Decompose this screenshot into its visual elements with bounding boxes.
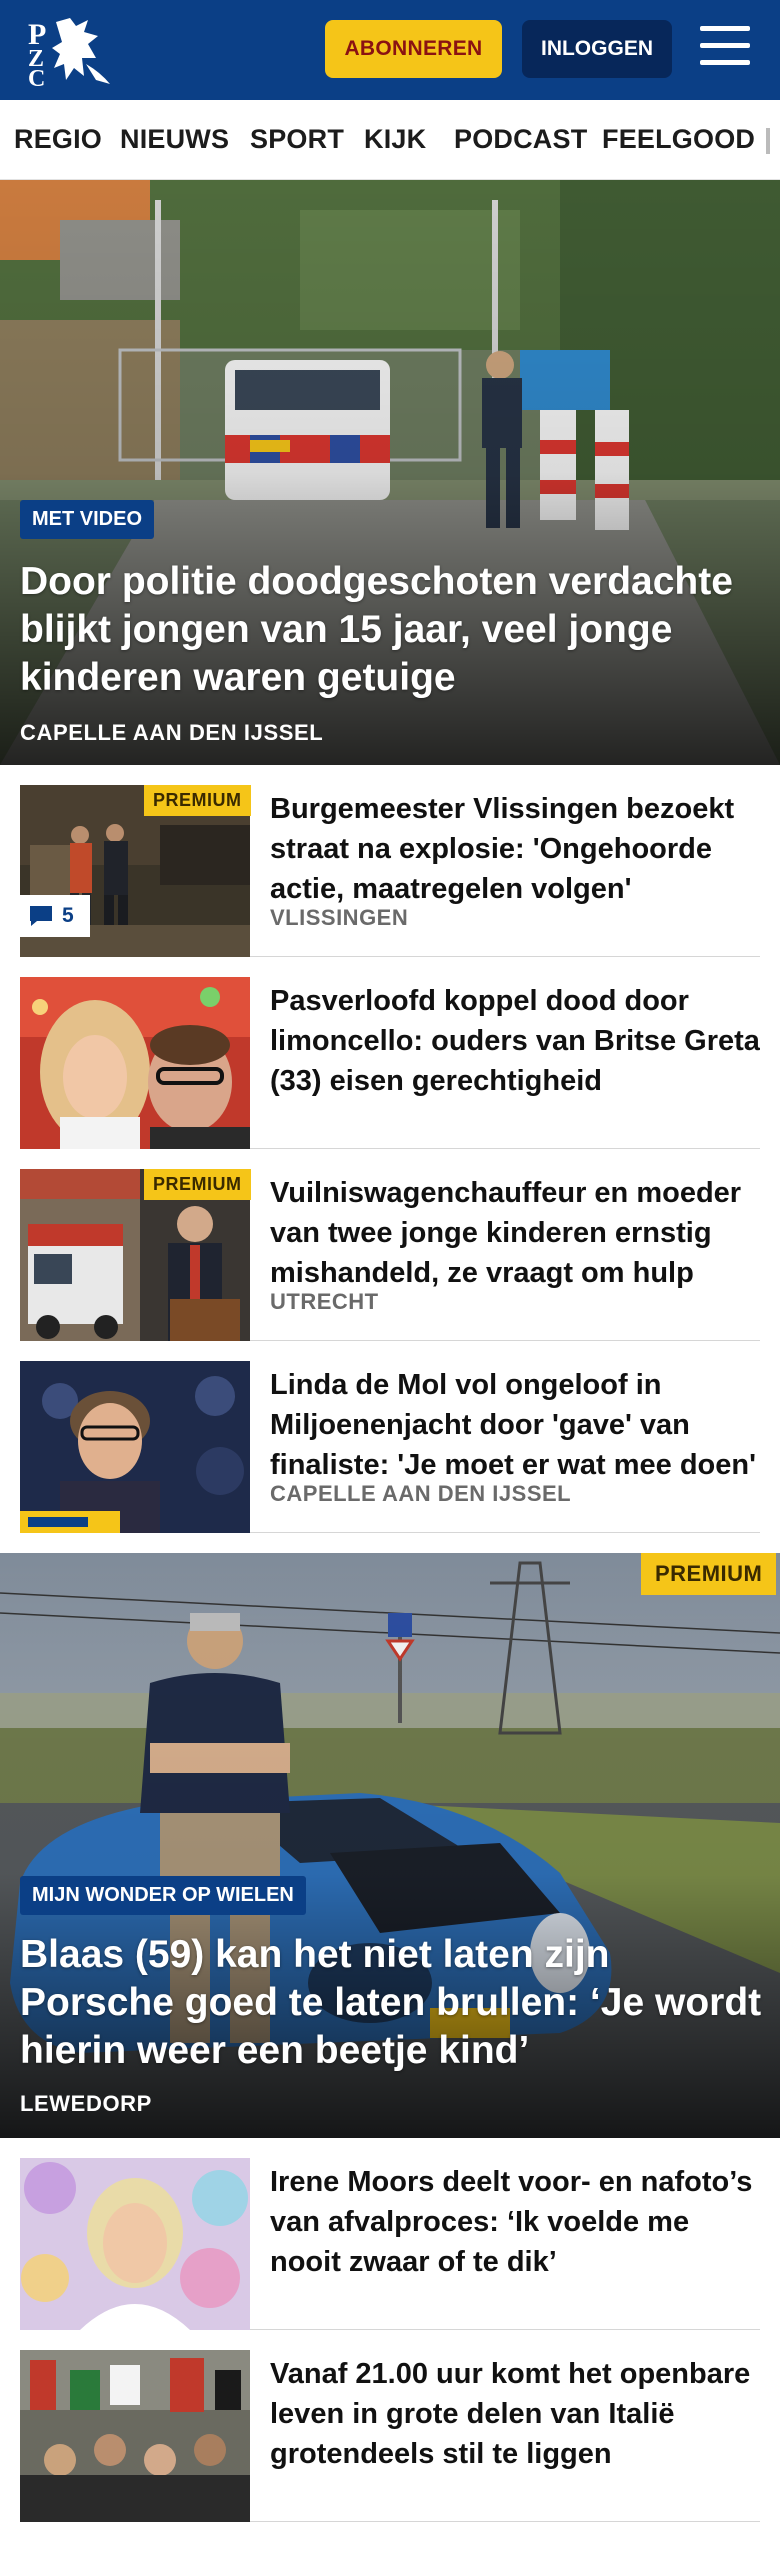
article-location: CAPELLE AAN DEN IJSSEL xyxy=(270,1481,572,1506)
list-item[interactable]: Irene Moors deelt voor- en nafoto’s van … xyxy=(20,2138,760,2330)
hero-location: LEWEDORP xyxy=(20,2091,152,2116)
article-location: VLISSINGEN xyxy=(270,905,409,930)
list-item[interactable]: Linda de Mol vol ongeloof in Miljoenenja… xyxy=(20,1341,760,1533)
hero-article-2[interactable]: PREMIUM MIJN WONDER OP WIELEN Blaas (59)… xyxy=(0,1553,780,2138)
nav-scroll-hint xyxy=(766,128,770,154)
comment-icon xyxy=(30,906,52,926)
pzc-logo[interactable]: P Z C xyxy=(26,14,116,92)
article-title[interactable]: Pasverloofd koppel dood door limoncello:… xyxy=(270,981,760,1101)
article-title[interactable]: Irene Moors deelt voor- en nafoto’s van … xyxy=(270,2162,760,2282)
article-thumbnail xyxy=(20,977,250,1149)
nav-item-feelgood[interactable]: FEELGOOD xyxy=(602,124,755,155)
article-thumbnail xyxy=(20,2350,250,2522)
list-item[interactable]: PREMIUM 5 Burgemeester Vlissingen bezoek… xyxy=(20,765,760,957)
hero-title[interactable]: Blaas (59) kan het niet laten zijn Porsc… xyxy=(20,1931,765,2075)
nav-item-podcast[interactable]: PODCAST xyxy=(454,124,587,155)
hamburger-menu-icon[interactable] xyxy=(700,26,752,72)
article-title[interactable]: Linda de Mol vol ongeloof in Miljoenenja… xyxy=(270,1365,760,1485)
subscribe-button[interactable]: ABONNEREN xyxy=(325,20,502,78)
list-item[interactable]: Vanaf 21.00 uur komt het openbare leven … xyxy=(20,2330,760,2522)
series-badge: MIJN WONDER OP WIELEN xyxy=(20,1876,306,1915)
nav-item-sport[interactable]: SPORT xyxy=(250,124,344,155)
nav-item-nieuws[interactable]: NIEUWS xyxy=(120,124,229,155)
premium-badge: PREMIUM xyxy=(144,785,251,816)
nav-item-kijk[interactable]: KIJK xyxy=(364,124,426,155)
hero-article-1[interactable]: MET VIDEO Door politie doodgeschoten ver… xyxy=(0,180,780,765)
login-button[interactable]: INLOGGEN xyxy=(522,20,672,78)
section-nav: REGIO NIEUWS SPORT KIJK PODCAST FEELGOOD xyxy=(0,100,780,180)
article-title[interactable]: Vuilniswagenchauffeur en moeder van twee… xyxy=(270,1173,760,1293)
premium-badge: PREMIUM xyxy=(641,1553,777,1595)
premium-badge: PREMIUM xyxy=(144,1169,251,1200)
article-location: UTRECHT xyxy=(270,1289,379,1314)
svg-text:C: C xyxy=(28,66,45,88)
article-thumbnail xyxy=(20,1361,250,1533)
hero-title[interactable]: Door politie doodgeschoten verdachte bli… xyxy=(20,558,765,702)
hero-location: CAPELLE AAN DEN IJSSEL xyxy=(20,720,324,745)
nav-item-regio[interactable]: REGIO xyxy=(14,124,102,155)
site-header: P Z C ABONNEREN INLOGGEN xyxy=(0,0,780,100)
article-thumbnail xyxy=(20,2158,250,2330)
video-badge: MET VIDEO xyxy=(20,500,155,539)
article-title[interactable]: Vanaf 21.00 uur komt het openbare leven … xyxy=(270,2354,760,2474)
comment-count[interactable]: 5 xyxy=(20,895,90,937)
list-item[interactable]: PREMIUM Vuilniswagenchauffeur en moeder … xyxy=(20,1149,760,1341)
article-title[interactable]: Burgemeester Vlissingen bezoekt straat n… xyxy=(270,789,760,909)
list-item[interactable]: Pasverloofd koppel dood door limoncello:… xyxy=(20,957,760,1149)
